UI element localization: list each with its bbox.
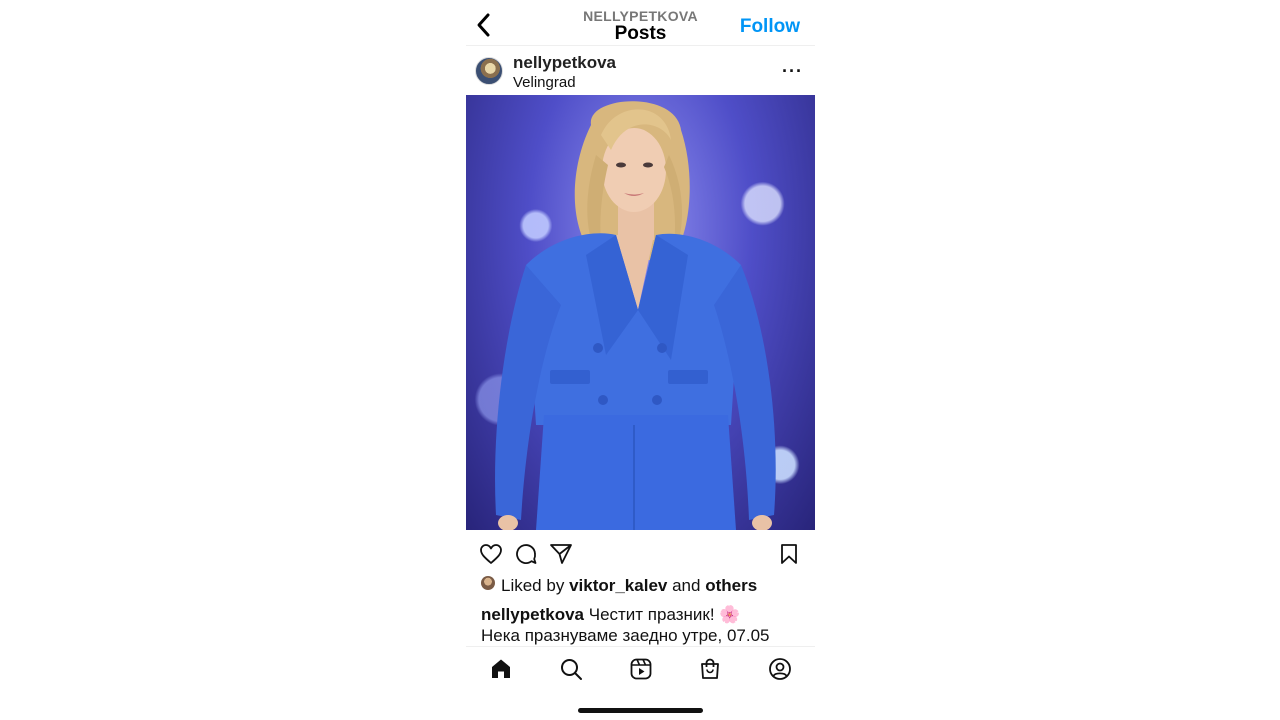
liker-avatar <box>481 576 495 590</box>
post-username[interactable]: nellypetkova <box>513 53 616 73</box>
likes-others[interactable]: others <box>705 576 757 595</box>
follow-button[interactable]: Follow <box>740 16 800 38</box>
instagram-post-screen: NELLYPETKOVA Posts Follow nellypetkova V… <box>466 0 815 720</box>
likes-summary[interactable]: Liked by viktor_kalev and others <box>481 576 757 596</box>
home-icon <box>492 659 510 678</box>
bottom-navigation <box>466 646 815 690</box>
nav-home[interactable] <box>489 657 513 681</box>
save-button[interactable] <box>777 542 801 566</box>
likes-prefix: Liked by <box>501 576 565 595</box>
post-header: nellypetkova Velingrad ··· <box>466 47 815 95</box>
paper-plane-icon <box>550 544 572 564</box>
profile-icon <box>769 658 791 680</box>
search-icon <box>561 659 582 680</box>
post-photo[interactable] <box>466 95 815 530</box>
nav-search[interactable] <box>559 657 583 681</box>
share-button[interactable] <box>549 542 573 566</box>
post-caption: nellypetkova Честит празник! 🌸 Нека праз… <box>481 604 806 646</box>
heart-icon <box>480 544 502 564</box>
like-button[interactable] <box>479 542 503 566</box>
caption-text-1: Честит празник! 🌸 <box>588 605 741 624</box>
nav-profile[interactable] <box>768 657 792 681</box>
reels-icon <box>630 658 652 680</box>
post-actions-bar <box>466 538 815 568</box>
caption-username[interactable]: nellypetkova <box>481 605 584 624</box>
home-indicator[interactable] <box>578 708 703 713</box>
shop-icon <box>701 658 719 679</box>
nav-reels[interactable] <box>629 657 653 681</box>
person-in-blue-suit-illustration <box>495 101 776 530</box>
more-options-button[interactable]: ··· <box>782 61 803 82</box>
nav-shop[interactable] <box>698 657 722 681</box>
liker-username[interactable]: viktor_kalev <box>569 576 667 595</box>
avatar[interactable] <box>475 57 503 85</box>
bookmark-icon <box>781 544 797 564</box>
caption-line-1: nellypetkova Честит празник! 🌸 <box>481 604 806 625</box>
comment-button[interactable] <box>514 542 538 566</box>
caption-text-2: Нека празнуваме заедно утре, 07.05 <box>481 626 770 645</box>
top-header: NELLYPETKOVA Posts Follow <box>466 0 815 46</box>
post-location[interactable]: Velingrad <box>513 74 576 91</box>
comment-icon <box>516 544 537 564</box>
likes-conjunction: and <box>672 576 701 595</box>
